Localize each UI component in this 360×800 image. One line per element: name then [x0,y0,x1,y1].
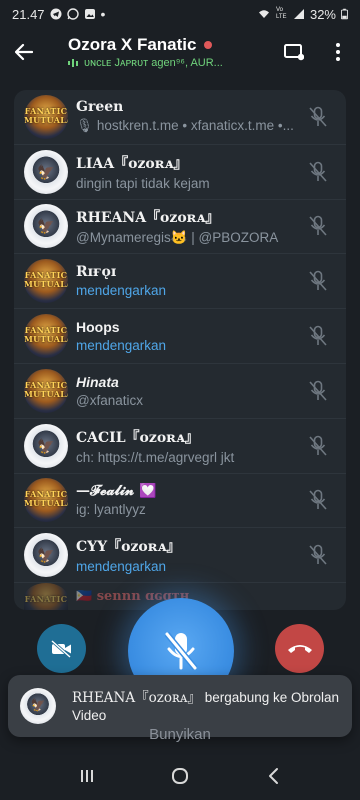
end-call-button[interactable] [275,624,324,673]
participants-list[interactable]: FANATICMUTUALAN Green 🎙 hostkren.t.me • … [14,90,346,610]
participant-status: ig: lyantlyyz [76,502,146,518]
status-time: 21.47 [12,6,45,22]
notification-dot-icon: • [100,6,106,22]
participant-row[interactable]: FANATICMUTUALAN Green 🎙 hostkren.t.me • … [14,90,346,145]
more-vertical-icon [336,43,340,61]
recents-button[interactable] [57,756,117,796]
participant-name: Rɪғǫɪ [76,264,117,281]
back-arrow-icon [15,43,33,61]
whatsapp-icon [66,8,79,20]
participant-row[interactable]: FANATICMUTUALAN Rɪғǫɪ mendengarkan [14,254,346,310]
avatar: 🦅 [24,423,68,468]
participant-name: RHEANA『ᴏᴢᴏʀᴀ』 [76,209,220,226]
mic-off-icon [164,632,198,670]
participant-row[interactable]: FANATICMUTUALAN Hoops mendengarkan [14,309,346,364]
home-button[interactable] [150,756,210,796]
mic-muted-icon [298,97,338,137]
unmute-label: Bunyikan [149,726,211,743]
participant-name: —𝓕𝓮𝓪𝓵𝓲𝓷 💟 [76,483,157,500]
avatar: FANATICMUTUALAN [24,94,68,139]
battery-icon [341,8,348,20]
participant-status: mendengarkan [76,559,167,575]
participant-status: 🎙 hostkren.t.me • xfanaticx.t.me •... [76,118,294,134]
participant-row[interactable]: 🦅 LIAA『ᴏᴢᴏʀᴀ』 dingin tapi tidak kejam [14,145,346,200]
toast-user-name: RHEANA『ᴏᴢᴏʀᴀ』 [72,689,201,706]
mic-muted-icon [298,316,338,356]
participant-name: CACIL『ᴏᴢᴏʀᴀ』 [76,429,199,446]
participant-status: mendengarkan [76,338,167,354]
camera-toggle-button[interactable] [37,624,86,673]
call-title: Ozora X Fanatic [68,35,197,54]
participant-row[interactable]: FANATICMUTUALAN Hinata @xfanaticx [14,364,346,419]
avatar: 🦅 [24,533,68,578]
nav-back-button[interactable] [243,756,303,796]
mic-muted-icon [298,152,338,192]
participant-name: Hoops [76,319,120,336]
participant-name: LIAA『ᴏᴢᴏʀᴀ』 [76,155,188,172]
network-label: Vo LTE [275,7,287,20]
status-bar: 21.47 • Vo LTE 32% [0,0,360,28]
participant-row[interactable]: 🦅 RHEANA『ᴏᴢᴏʀᴀ』 @Mynameregis🐱 | @PBOZORA [14,200,346,255]
participant-status: dingin tapi tidak kejam [76,175,210,191]
avatar: FANATICMUTUALAN [24,314,68,359]
mic-muted-icon [298,535,338,575]
wifi-icon [258,10,269,18]
signal-icon [293,9,304,19]
screen-share-icon [284,44,304,61]
avatar: FANATICMUTUALAN [24,368,68,413]
participant-status: ch: https://t.me/agrvegrl jkt [76,449,235,465]
mic-muted-icon [298,206,338,246]
participant-row[interactable]: 🦅 CACIL『ᴏᴢᴏʀᴀ』 ch: https://t.me/agrvegrl… [14,419,346,474]
mic-muted-icon [298,261,338,301]
gallery-icon [84,9,95,19]
battery-percent: 32% [309,6,336,22]
android-nav-bar [0,752,360,800]
avatar: 🦅 [24,204,68,249]
participant-row[interactable]: 🦅 CYY『ᴏᴢᴏʀᴀ』 mendengarkan [14,528,346,584]
back-button[interactable] [0,28,48,76]
nav-back-icon [269,768,279,784]
mic-muted-icon [298,371,338,411]
speaking-text: ᴜɴᴄʟᴇ Jᴀᴘʀᴜᴛ agen⁹⁶, AUR... [84,57,223,69]
participant-name: Hinata [76,373,119,390]
avatar: FANATICMUTUALAN [24,259,68,304]
recording-dot-icon [204,41,213,49]
avatar: 🦅 [24,149,68,194]
participant-status: mendengarkan [76,283,167,299]
telegram-icon [50,8,62,20]
avatar: FANATICMUTUALAN [24,478,68,523]
home-icon [171,768,188,784]
mic-muted-icon [298,480,338,520]
participant-name: CYY『ᴏᴢᴏʀᴀ』 [76,539,181,556]
participant-row[interactable]: FANATICMUTUALAN —𝓕𝓮𝓪𝓵𝓲𝓷 💟 ig: lyantlyyz [14,474,346,529]
call-header: Ozora X Fanatic ᴜɴᴄʟᴇ Jᴀᴘʀᴜᴛ agen⁹⁶, AUR… [0,28,360,76]
participant-status: @xfanaticx [76,392,143,408]
camera-off-icon [50,639,71,658]
participant-name: Green [76,99,124,116]
speaking-indicator-icon [68,59,78,67]
avatar: 🦅 [20,688,56,724]
more-options-button[interactable] [316,28,360,76]
participant-status: @Mynameregis🐱 | @PBOZORA [76,229,279,245]
phone-hangup-icon [287,644,312,653]
screen-share-button[interactable] [272,28,316,76]
mic-muted-icon [298,426,338,466]
recents-icon [80,770,93,782]
